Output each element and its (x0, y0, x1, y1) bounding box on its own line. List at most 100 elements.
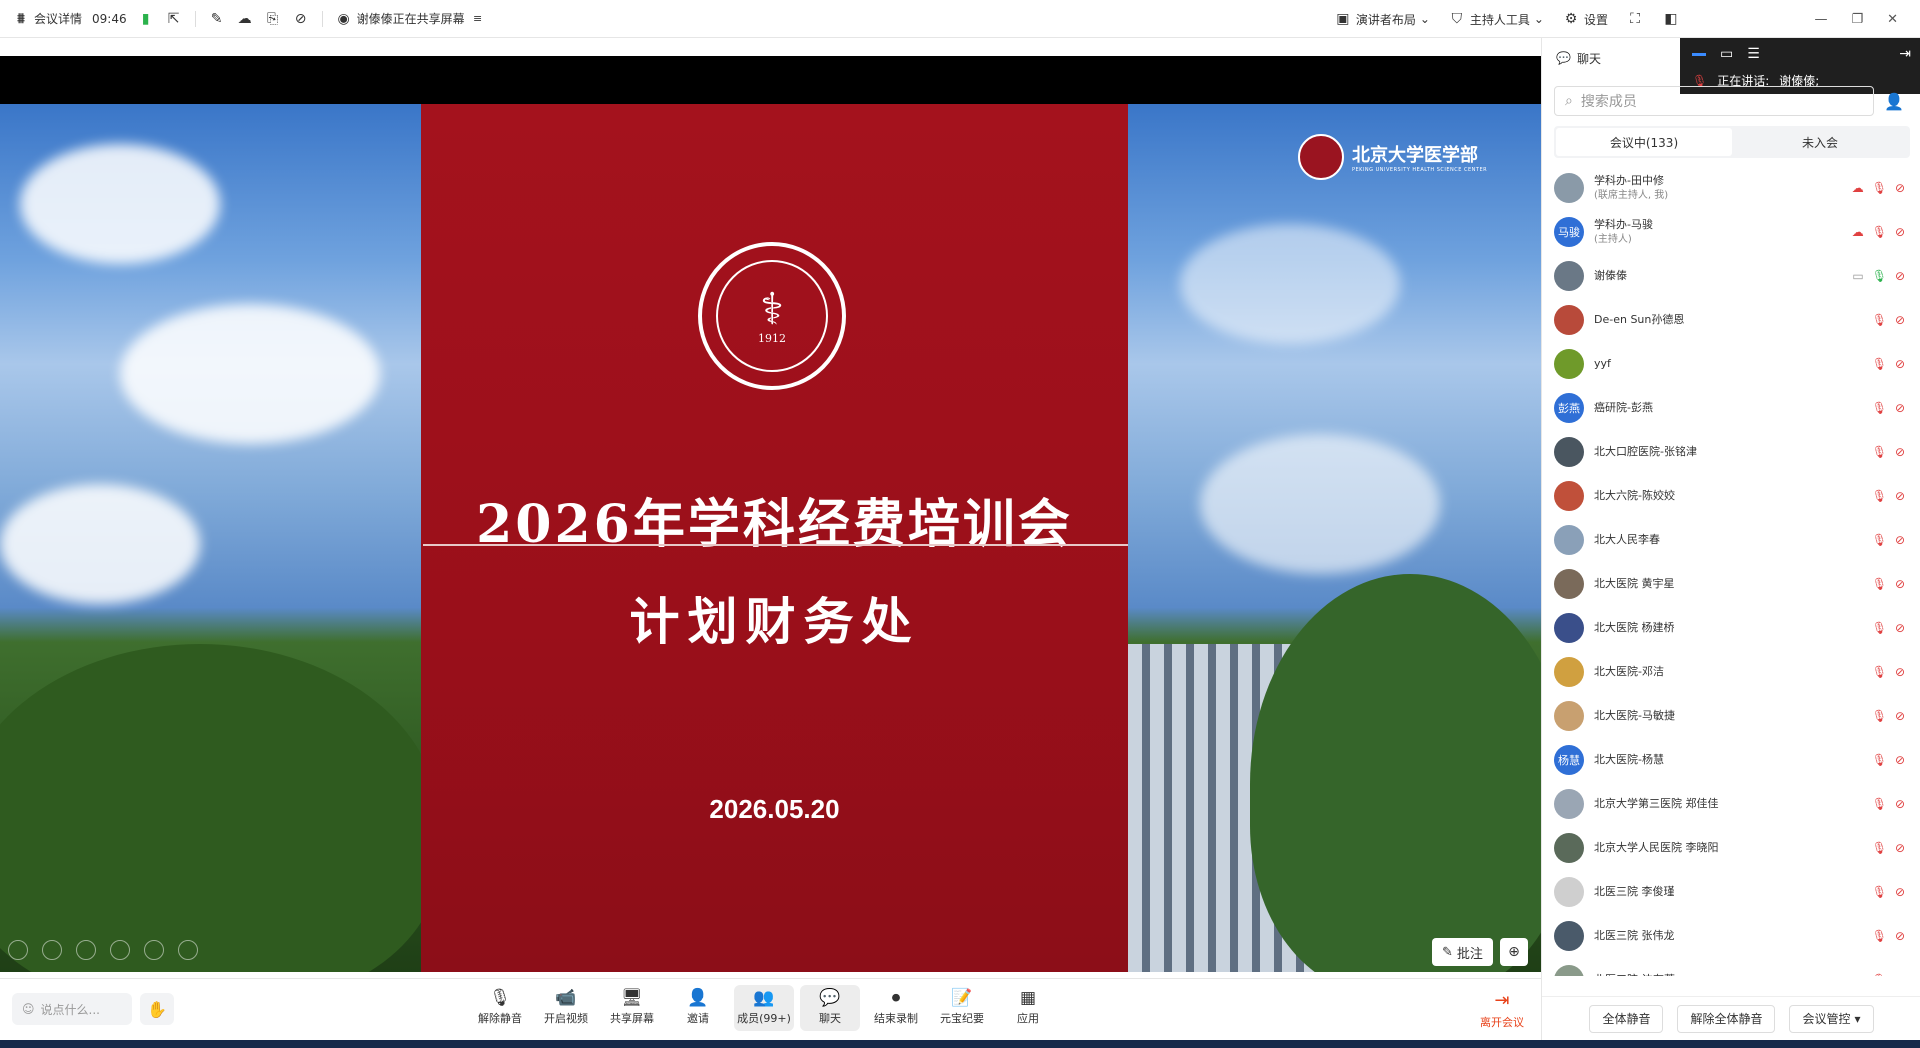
play-icon[interactable] (42, 940, 62, 960)
video-off-button[interactable]: 📹 开启视频 (536, 985, 596, 1031)
participant-row[interactable]: 北大人民李春 🎙 ⊘ (1542, 518, 1920, 562)
camera-off-icon[interactable]: ⊘ (1895, 665, 1905, 679)
search-members-input[interactable]: ⌕ 搜索成员 (1554, 86, 1874, 116)
mic-on-icon[interactable]: 🎙 (1872, 269, 1887, 283)
zoom-button[interactable]: ⊕ (1500, 938, 1528, 966)
participant-row[interactable]: 杨慧 北大医院-杨慧 🎙 ⊘ (1542, 738, 1920, 782)
watermark-icon[interactable]: ⊘ (292, 10, 310, 28)
share-status[interactable]: ◉ 谢傣傣正在共享屏幕 ≡ (335, 10, 487, 28)
camera-off-icon[interactable]: ⊘ (1895, 797, 1905, 811)
participant-row[interactable]: De-en Sun孙德恩 🎙 ⊘ (1542, 298, 1920, 342)
meeting-control-button[interactable]: 会议管控 ▾ (1789, 1004, 1874, 1033)
edit-off-icon[interactable]: ✎ (208, 10, 226, 28)
fullscreen-icon[interactable]: ⛶ (1626, 10, 1644, 28)
unmute-all-button[interactable]: 解除全体静音 (1677, 1004, 1776, 1033)
pen-icon[interactable] (76, 940, 96, 960)
mic-off-icon[interactable]: 🎙 (1872, 841, 1887, 855)
participant-row[interactable]: 北大医院-邓洁 🎙 ⊘ (1542, 650, 1920, 694)
participant-row[interactable]: 北大口腔医院-张铭津 🎙 ⊘ (1542, 430, 1920, 474)
slides-icon[interactable] (110, 940, 130, 960)
participant-row[interactable]: 北大医院-马敏捷 🎙 ⊘ (1542, 694, 1920, 738)
minimize-icon[interactable]: — (1814, 12, 1827, 27)
mic-off-icon[interactable]: 🎙 (1872, 577, 1887, 591)
window-icon[interactable]: ▭ (1720, 46, 1733, 62)
mic-off-icon[interactable]: 🎙 (1872, 313, 1887, 327)
external-link-icon[interactable]: ⇱ (165, 10, 183, 28)
mic-off-icon[interactable]: 🎙 (1872, 929, 1887, 943)
camera-off-icon[interactable]: ⊘ (1895, 973, 1905, 976)
close-icon[interactable]: ✕ (1887, 12, 1898, 27)
annotate-button[interactable]: ✎ 批注 (1432, 938, 1493, 966)
host-tools-dropdown[interactable]: ⛉ 主持人工具 ⌄ (1448, 10, 1544, 28)
camera-off-icon[interactable]: ⊘ (1895, 357, 1905, 371)
members-button[interactable]: 👥 成员(99+) (734, 985, 794, 1031)
restore-icon[interactable]: ❐ (1851, 12, 1863, 27)
mic-off-icon[interactable]: 🎙 (1872, 973, 1887, 976)
mic-off-icon[interactable]: ⊘ (1895, 225, 1905, 239)
camera-off-icon[interactable]: ⊘ (1895, 929, 1905, 943)
list-view-icon[interactable]: ☰ (1747, 46, 1760, 62)
camera-off-icon[interactable]: ⊘ (1895, 269, 1905, 283)
mic-off-icon[interactable]: 🎙 (1872, 885, 1887, 899)
participant-row[interactable]: 北大医院 黄宇星 🎙 ⊘ (1542, 562, 1920, 606)
participant-row[interactable]: 北大医院 杨建桥 🎙 ⊘ (1542, 606, 1920, 650)
participant-row[interactable]: yyf 🎙 ⊘ (1542, 342, 1920, 386)
meeting-info-button[interactable]: ⩩ 会议详情 (12, 10, 82, 28)
caption-icon[interactable]: ⎘ (264, 10, 282, 28)
camera-off-icon[interactable]: ⊘ (1895, 489, 1905, 503)
participant-row[interactable]: 北医三院 李俊瑾 🎙 ⊘ (1542, 870, 1920, 914)
collapse-icon[interactable]: ⇥ (1899, 46, 1911, 62)
chat-button[interactable]: 💬 聊天 (800, 985, 860, 1031)
raise-hand-button[interactable]: ✋ (140, 993, 174, 1025)
mic-off-icon[interactable]: 🎙 (1872, 665, 1887, 679)
mic-off-icon[interactable]: 🎙 (1872, 797, 1887, 811)
mic-off-icon[interactable]: 🎙 (1872, 489, 1887, 503)
camera-off-icon[interactable]: ⊘ (1895, 445, 1905, 459)
mic-off-icon[interactable]: 🎙 (1872, 621, 1887, 635)
tab-in-meeting[interactable]: 会议中(133) (1556, 128, 1732, 156)
participant-row[interactable]: 北京大学第三医院 郑佳佳 🎙 ⊘ (1542, 782, 1920, 826)
participant-row[interactable]: 北医三院 张伟龙 🎙 ⊘ (1542, 914, 1920, 958)
mic-off-icon[interactable]: 🎙 (1872, 181, 1887, 195)
settings-button[interactable]: ⚙ 设置 (1562, 10, 1608, 28)
record-button[interactable]: ⏺ 结束录制 (866, 985, 926, 1031)
participant-row[interactable]: 彭燕 癌研院-彭燕 🎙 ⊘ (1542, 386, 1920, 430)
camera-off-icon[interactable]: ⊘ (1895, 885, 1905, 899)
share-screen-button[interactable]: 🖥 共享屏幕 (602, 985, 662, 1031)
participant-row[interactable]: 马骏 学科办-马骏 (主持人) ☁ 🎙 ⊘ (1542, 210, 1920, 254)
tab-not-joined[interactable]: 未入会 (1732, 128, 1908, 156)
participant-row[interactable]: 学科办-田中修 (联席主持人, 我) ☁ 🎙 ⊘ (1542, 166, 1920, 210)
apps-button[interactable]: ▦ 应用 (998, 985, 1058, 1031)
mic-off-icon[interactable]: 🎙 (1872, 225, 1887, 239)
participant-row[interactable]: 北医三院-边有蓉 🎙 ⊘ (1542, 958, 1920, 976)
mic-off-button[interactable]: 🎙 解除静音 (470, 985, 530, 1031)
participant-row[interactable]: 谢傣傣 ▭ 🎙 ⊘ (1542, 254, 1920, 298)
mute-all-button[interactable]: 全体静音 (1589, 1004, 1664, 1033)
camera-off-icon[interactable]: ⊘ (1895, 753, 1905, 767)
add-member-icon[interactable]: 👤 (1884, 92, 1904, 111)
camera-off-icon[interactable]: ⊘ (1895, 313, 1905, 327)
camera-off-icon[interactable]: ⊘ (1895, 401, 1905, 415)
back-icon[interactable] (8, 940, 28, 960)
sidebar-toggle-icon[interactable]: ◧ (1662, 10, 1680, 28)
camera-off-icon[interactable]: ⊘ (1895, 533, 1905, 547)
mic-off-icon[interactable]: 🎙 (1872, 401, 1887, 415)
leave-meeting-button[interactable]: ⇥ 离开会议 (1472, 987, 1532, 1033)
mic-off-icon[interactable]: 🎙 (1872, 753, 1887, 767)
reaction-input[interactable]: ☺ 说点什么... (12, 993, 132, 1025)
mic-off-icon[interactable]: 🎙 (1872, 357, 1887, 371)
mic-off-icon[interactable]: 🎙 (1872, 709, 1887, 723)
mic-off-icon[interactable]: ⊘ (1895, 181, 1905, 195)
participant-row[interactable]: 北大六院-陈姣姣 🎙 ⊘ (1542, 474, 1920, 518)
camera-off-icon[interactable]: ⊘ (1895, 621, 1905, 635)
layout-dropdown[interactable]: ▣ 演讲者布局 ⌄ (1334, 10, 1430, 28)
more-icon[interactable] (178, 940, 198, 960)
notes-button[interactable]: 📝 元宝纪要 (932, 985, 992, 1031)
camera-off-icon[interactable]: ⊘ (1895, 709, 1905, 723)
zoom-icon[interactable] (144, 940, 164, 960)
mic-off-icon[interactable]: 🎙 (1872, 445, 1887, 459)
mic-off-icon[interactable]: 🎙 (1872, 533, 1887, 547)
camera-off-icon[interactable]: ⊘ (1895, 577, 1905, 591)
camera-off-icon[interactable]: ⊘ (1895, 841, 1905, 855)
minimize-bar-icon[interactable] (1692, 52, 1706, 56)
